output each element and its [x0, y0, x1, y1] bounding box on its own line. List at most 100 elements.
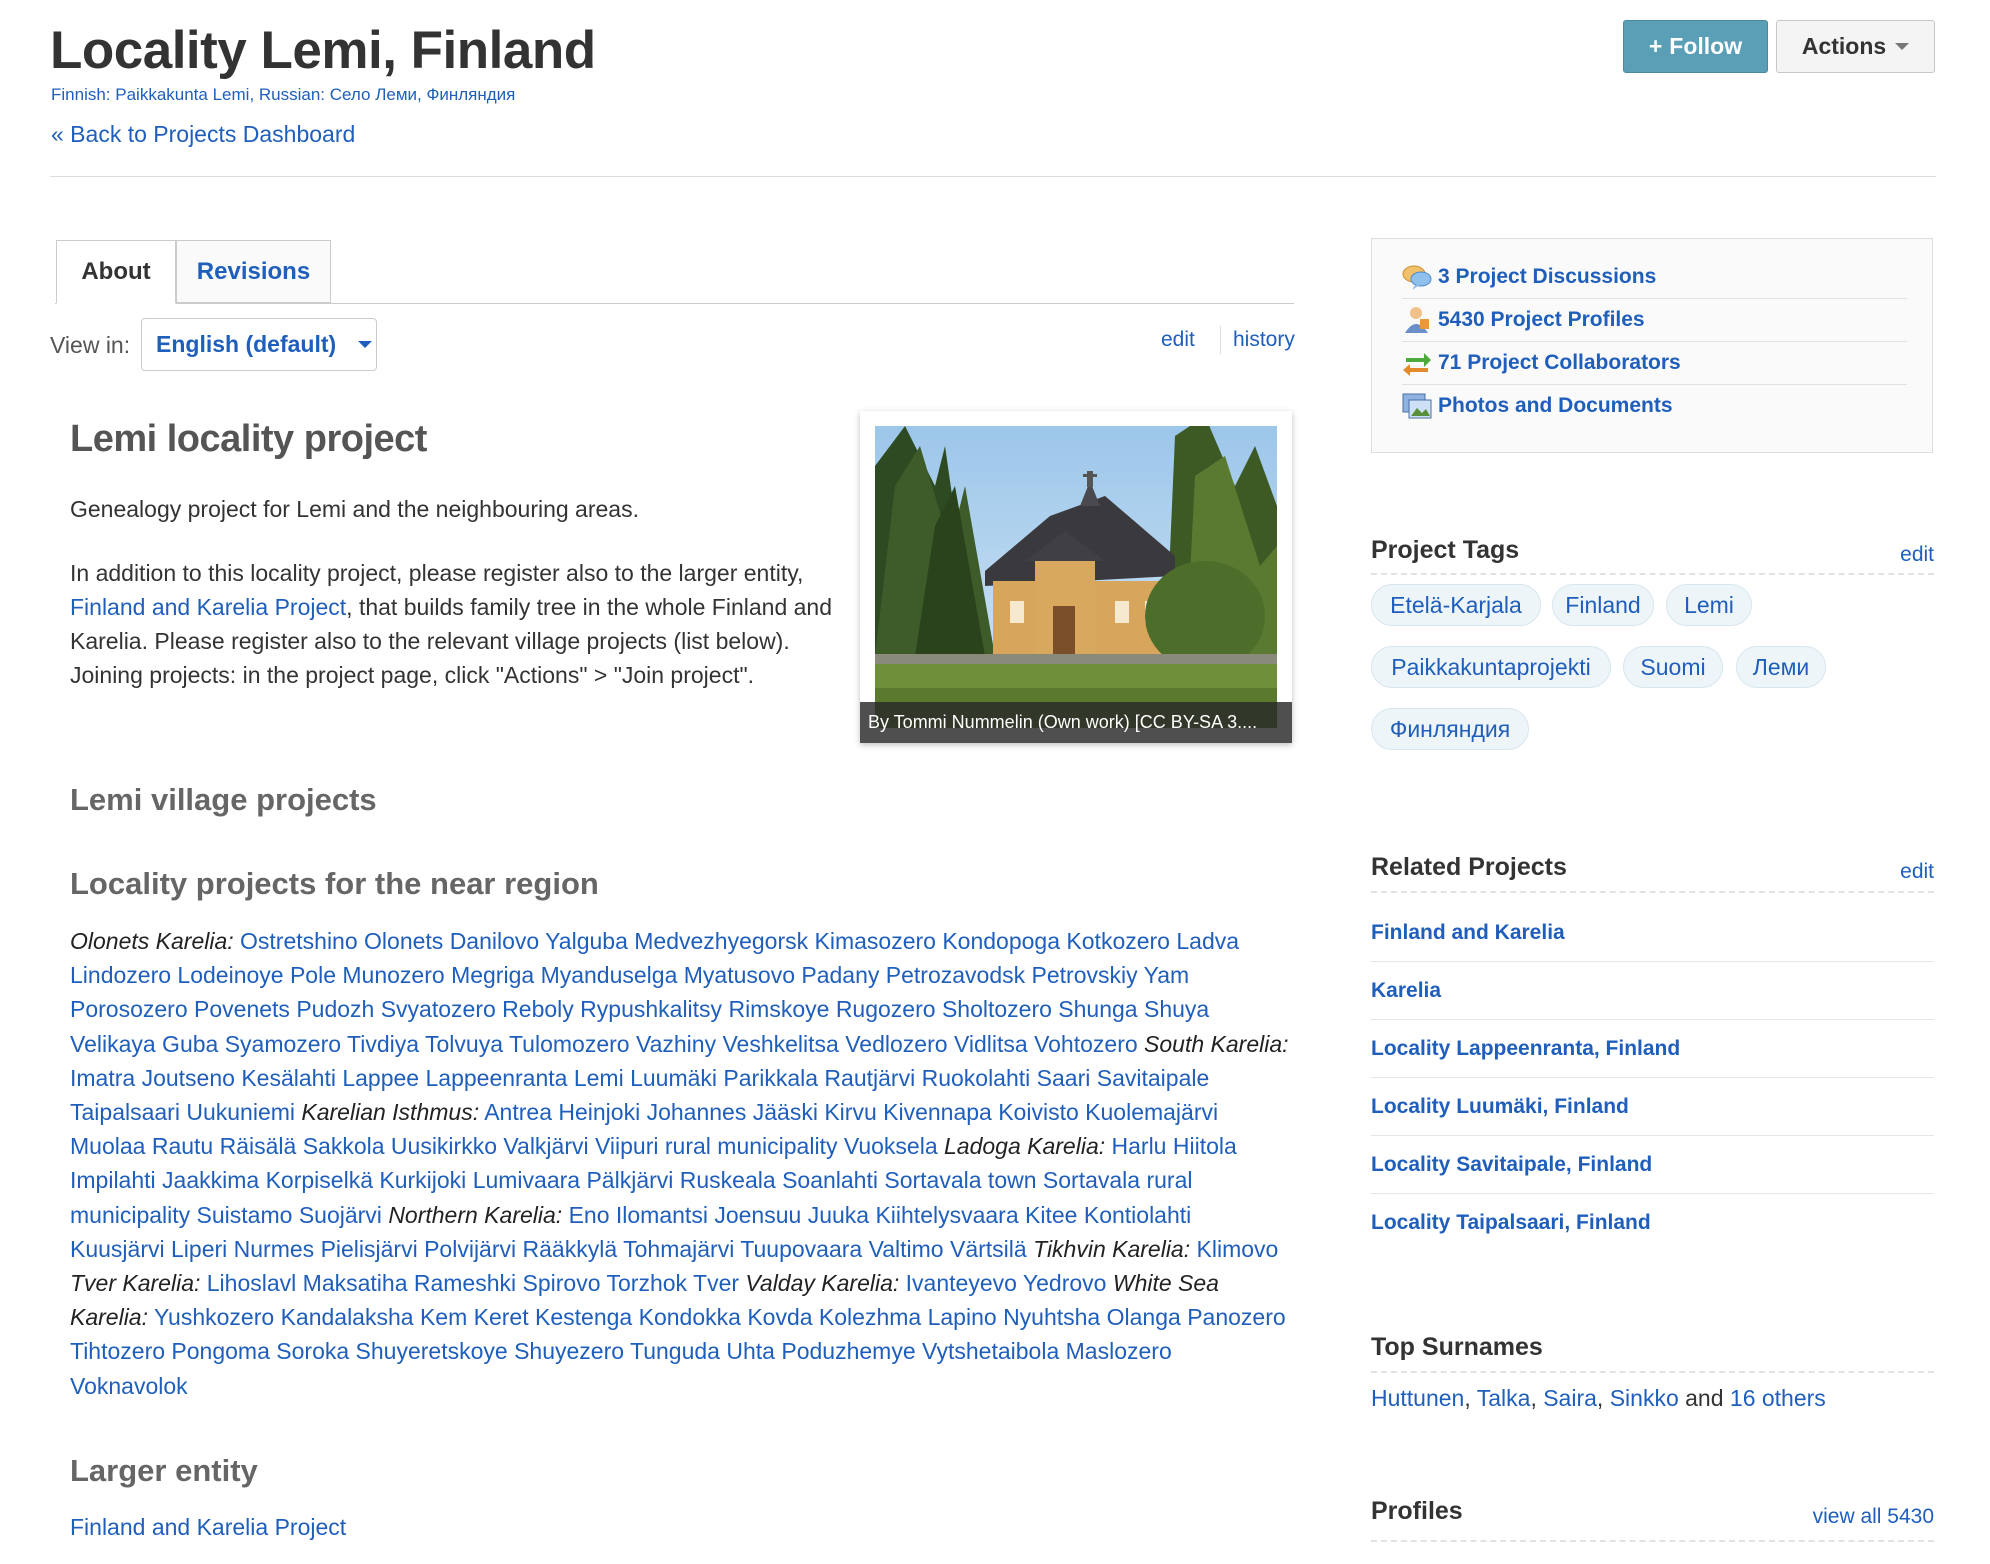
tag-item[interactable]: Paikkakuntaprojekti	[1371, 646, 1611, 688]
alt-name-finnish-link[interactable]: Paikkakunta Lemi	[115, 85, 249, 104]
alt-name-russian-link[interactable]: Село Леми, Финляндия	[330, 85, 516, 104]
village-project-link[interactable]: Liperi	[171, 1236, 227, 1262]
village-project-link[interactable]: Poduzhemye	[781, 1338, 915, 1364]
surname-link[interactable]: Huttunen	[1371, 1385, 1464, 1411]
village-project-link[interactable]: Parikkala	[723, 1065, 818, 1091]
village-project-link[interactable]: Joutseno	[142, 1065, 235, 1091]
village-project-link[interactable]: Soroka	[276, 1338, 349, 1364]
village-project-link[interactable]: Viipuri rural municipality	[595, 1133, 837, 1159]
village-project-link[interactable]: Sakkola	[303, 1133, 385, 1159]
village-project-link[interactable]: Tivdiya	[347, 1031, 419, 1057]
village-project-link[interactable]: Ivanteyevo	[906, 1270, 1017, 1296]
village-project-link[interactable]: Tohmajärvi	[623, 1236, 734, 1262]
village-project-link[interactable]: Koivisto	[998, 1099, 1079, 1125]
village-project-link[interactable]: Kovda	[747, 1304, 812, 1330]
project-discussions-link[interactable]: 3 Project Discussions	[1402, 255, 1907, 299]
village-project-link[interactable]: Kivennapa	[883, 1099, 992, 1125]
village-project-link[interactable]: Padany	[801, 962, 879, 988]
surname-link[interactable]: Sinkko	[1610, 1385, 1679, 1411]
village-project-link[interactable]: Polvijärvi	[424, 1236, 516, 1262]
village-project-link[interactable]: Soanlahti	[782, 1167, 878, 1193]
village-project-link[interactable]: Shuyezero	[514, 1338, 624, 1364]
village-project-link[interactable]: Kitee	[1025, 1202, 1077, 1228]
project-profiles-link[interactable]: 5430 Project Profiles	[1402, 298, 1907, 342]
village-project-link[interactable]: Kem	[420, 1304, 467, 1330]
village-project-link[interactable]: Sholtozero	[942, 996, 1052, 1022]
village-project-link[interactable]: Shuya	[1144, 996, 1209, 1022]
village-project-link[interactable]: Tver	[693, 1270, 739, 1296]
tag-item[interactable]: Леми	[1736, 646, 1826, 688]
village-project-link[interactable]: Petrovskiy Yam	[1032, 962, 1190, 988]
village-project-link[interactable]: Lappee	[342, 1065, 419, 1091]
village-project-link[interactable]: Uusikirkko	[391, 1133, 497, 1159]
village-project-link[interactable]: Valkjärvi	[503, 1133, 588, 1159]
village-project-link[interactable]: Impilahti	[70, 1167, 156, 1193]
village-project-link[interactable]: Velikaya Guba	[70, 1031, 218, 1057]
village-project-link[interactable]: Jaakkima	[162, 1167, 259, 1193]
village-project-link[interactable]: Tunguda	[630, 1338, 720, 1364]
finland-karelia-project-link[interactable]: Finland and Karelia Project	[70, 594, 346, 620]
village-project-link[interactable]: Kirvu	[824, 1099, 876, 1125]
village-project-link[interactable]: Vazhiny	[636, 1031, 716, 1057]
village-project-link[interactable]: Valtimo	[869, 1236, 944, 1262]
village-project-link[interactable]: Kesälahti	[241, 1065, 336, 1091]
village-project-link[interactable]: Antrea	[484, 1099, 552, 1125]
edit-tags-link[interactable]: edit	[1900, 543, 1934, 567]
actions-button[interactable]: Actions	[1776, 20, 1935, 73]
village-project-link[interactable]: Spirovo	[523, 1270, 601, 1296]
village-project-link[interactable]: Räisälä	[220, 1133, 297, 1159]
village-project-link[interactable]: Kontiolahti	[1084, 1202, 1191, 1228]
village-project-link[interactable]: Svyatozero	[381, 996, 496, 1022]
village-project-link[interactable]: Heinjoki	[558, 1099, 640, 1125]
back-to-dashboard-link[interactable]: « Back to Projects Dashboard	[51, 121, 355, 148]
surnames-others-link[interactable]: 16 others	[1730, 1385, 1826, 1411]
village-project-link[interactable]: Vuoksela	[844, 1133, 938, 1159]
tag-item[interactable]: Lemi	[1666, 584, 1752, 626]
village-project-link[interactable]: Myatusovo	[684, 962, 795, 988]
project-photo[interactable]: By Tommi Nummelin (Own work) [CC BY-SA 3…	[860, 411, 1292, 743]
village-project-link[interactable]: Yushkozero	[154, 1304, 274, 1330]
village-project-link[interactable]: Tuupovaara	[740, 1236, 862, 1262]
village-project-link[interactable]: Myanduselga	[541, 962, 678, 988]
village-project-link[interactable]: Eno	[569, 1202, 610, 1228]
village-project-link[interactable]: Rautu	[152, 1133, 213, 1159]
project-collaborators-link[interactable]: 71 Project Collaborators	[1402, 341, 1907, 385]
village-project-link[interactable]: Voknavolok	[70, 1373, 188, 1399]
tag-item[interactable]: Finland	[1552, 584, 1654, 626]
village-project-link[interactable]: Savitaipale	[1097, 1065, 1210, 1091]
village-project-link[interactable]: Lapino	[928, 1304, 997, 1330]
village-project-link[interactable]: Saari	[1037, 1065, 1091, 1091]
village-project-link[interactable]: Uhta	[726, 1338, 775, 1364]
village-project-link[interactable]: Kimasozero	[815, 928, 936, 954]
surname-link[interactable]: Talka	[1477, 1385, 1531, 1411]
village-project-link[interactable]: Veshkelitsa	[722, 1031, 838, 1057]
village-project-link[interactable]: Pielisjärvi	[321, 1236, 418, 1262]
village-project-link[interactable]: Vedlozero	[845, 1031, 947, 1057]
village-project-link[interactable]: Tihtozero	[70, 1338, 165, 1364]
village-project-link[interactable]: Klimovo	[1197, 1236, 1279, 1262]
village-project-link[interactable]: Megriga	[451, 962, 534, 988]
photos-documents-link[interactable]: Photos and Documents	[1402, 384, 1907, 427]
village-project-link[interactable]: Ruskeala	[680, 1167, 776, 1193]
village-project-link[interactable]: Harlu	[1112, 1133, 1167, 1159]
village-project-link[interactable]: Kuusjärvi	[70, 1236, 165, 1262]
village-project-link[interactable]: Pudozh	[296, 996, 374, 1022]
village-project-link[interactable]: Lemi	[574, 1065, 624, 1091]
village-project-link[interactable]: Yedrovo	[1023, 1270, 1107, 1296]
surname-link[interactable]: Saira	[1543, 1385, 1597, 1411]
tab-revisions[interactable]: Revisions	[176, 240, 331, 303]
tag-item[interactable]: Suomi	[1623, 646, 1723, 688]
village-project-link[interactable]: Lindozero	[70, 962, 171, 988]
village-project-link[interactable]: Lappeenranta	[425, 1065, 567, 1091]
village-project-link[interactable]: Rääkkylä	[523, 1236, 618, 1262]
edit-about-link[interactable]: edit	[1161, 328, 1195, 352]
village-project-link[interactable]: Korpiselkä	[266, 1167, 373, 1193]
village-project-link[interactable]: Rugozero	[836, 996, 936, 1022]
related-project-link[interactable]: Locality Luumäki, Finland	[1371, 1078, 1934, 1136]
follow-button[interactable]: + Follow	[1623, 20, 1768, 73]
village-project-link[interactable]: Keret	[474, 1304, 529, 1330]
view-all-profiles-link[interactable]: view all 5430	[1813, 1505, 1934, 1529]
village-project-link[interactable]: Hiitola	[1173, 1133, 1237, 1159]
village-project-link[interactable]: Muolaa	[70, 1133, 145, 1159]
village-project-link[interactable]: Kurkijoki	[379, 1167, 466, 1193]
